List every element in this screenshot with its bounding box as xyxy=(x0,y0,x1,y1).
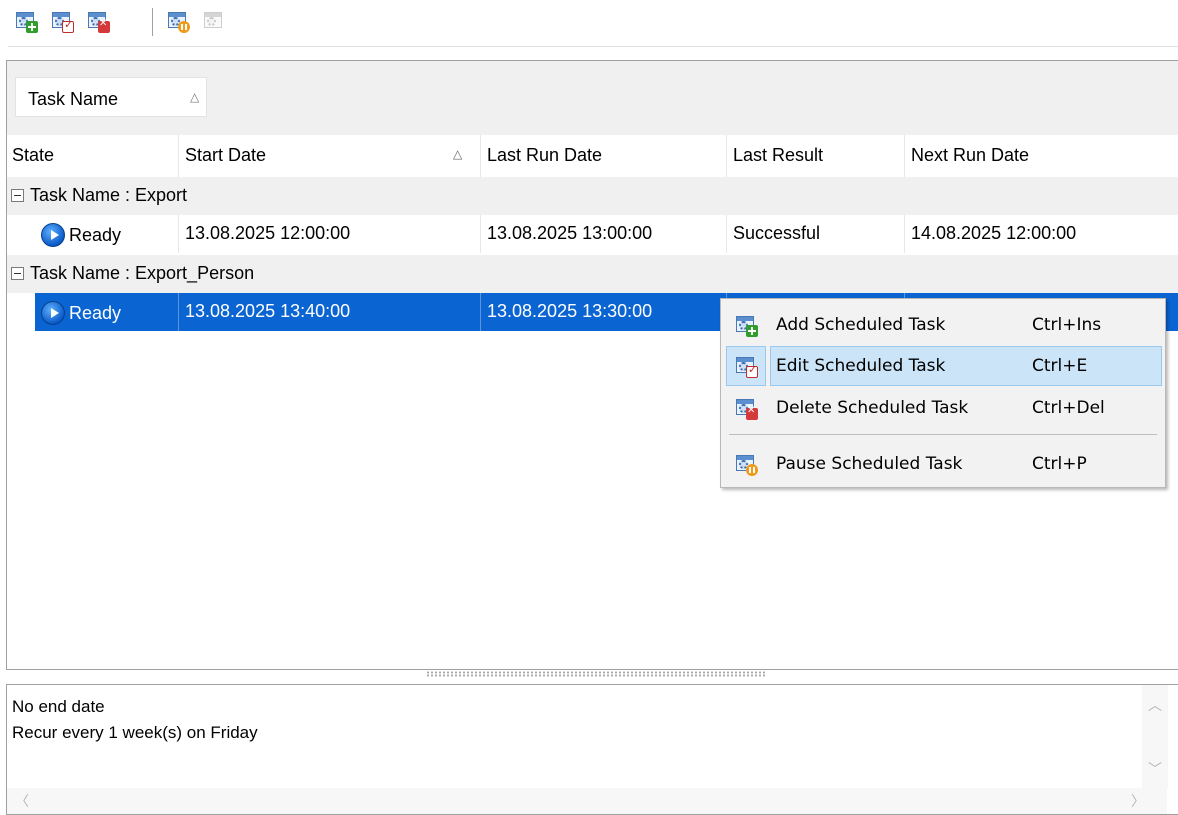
menu-item-label: Delete Scheduled Task xyxy=(776,398,969,418)
add-task-button[interactable] xyxy=(14,9,40,35)
description-line: No end date xyxy=(12,697,105,716)
state-label: Ready xyxy=(69,303,122,323)
column-label: State xyxy=(12,145,55,165)
delete-task-icon xyxy=(86,9,110,33)
panel-splitter[interactable] xyxy=(426,671,766,677)
group-by-panel: Task Name △ xyxy=(7,61,1178,135)
pause-task-icon xyxy=(734,452,758,476)
column-header-last-result[interactable]: Last Result xyxy=(727,135,905,177)
menu-item-shortcut: Ctrl+Del xyxy=(1032,398,1105,418)
sort-ascending-icon: △ xyxy=(453,147,463,161)
menu-item-shortcut: Ctrl+Ins xyxy=(1032,315,1102,335)
ready-state-icon xyxy=(41,301,65,325)
toolbar-separator xyxy=(152,8,153,36)
group-by-task-name[interactable]: Task Name △ xyxy=(15,77,207,117)
menu-item-edit-scheduled-task[interactable]: Edit Scheduled Task Ctrl+E xyxy=(724,346,1162,386)
vertical-scrollbar[interactable]: ︿ ﹀ xyxy=(1142,685,1168,789)
delete-task-button[interactable] xyxy=(86,9,112,35)
resume-task-icon xyxy=(202,9,226,33)
column-header-last-run-date[interactable]: Last Run Date xyxy=(481,135,727,177)
description-line: Recur every 1 week(s) on Friday xyxy=(12,723,258,742)
schedule-description[interactable]: No end date Recur every 1 week(s) on Fri… xyxy=(6,684,1178,815)
group-header-label: Task Name : Export_Person xyxy=(30,263,255,283)
menu-item-add-scheduled-task[interactable]: Add Scheduled Task Ctrl+Ins xyxy=(724,305,1162,345)
cell-last-run-date: 13.08.2025 13:30:00 xyxy=(481,293,727,331)
cell-start-date: 13.08.2025 13:40:00 xyxy=(179,293,481,331)
column-header-row: State Start Date △ Last Run Date Last Re… xyxy=(7,135,1178,177)
pause-task-button[interactable] xyxy=(166,9,192,35)
resume-task-button[interactable] xyxy=(202,9,228,35)
menu-item-delete-scheduled-task[interactable]: Delete Scheduled Task Ctrl+Del xyxy=(724,388,1162,428)
cell-state: Ready xyxy=(35,293,179,331)
cell-start-date: 13.08.2025 12:00:00 xyxy=(179,215,481,253)
edit-task-button[interactable] xyxy=(50,9,76,35)
table-row[interactable]: Ready 13.08.2025 12:00:00 13.08.2025 13:… xyxy=(7,215,1178,253)
group-header-label: Task Name : Export xyxy=(30,185,188,205)
column-label: Next Run Date xyxy=(911,145,1030,165)
edit-task-icon xyxy=(734,354,758,378)
cell-next-run-date: 14.08.2025 12:00:00 xyxy=(911,223,1077,243)
delete-task-icon xyxy=(734,396,758,420)
edit-task-icon xyxy=(50,9,74,33)
add-task-icon xyxy=(14,9,38,33)
column-header-start-date[interactable]: Start Date △ xyxy=(179,135,481,177)
column-label: Last Result xyxy=(733,145,824,165)
pause-task-icon xyxy=(166,9,190,33)
column-label: Last Run Date xyxy=(487,145,603,165)
group-by-label: Task Name xyxy=(28,89,119,109)
scroll-down-icon[interactable]: ﹀ xyxy=(1148,759,1162,779)
menu-separator xyxy=(729,434,1157,435)
cell-last-result: Successful xyxy=(727,215,905,253)
column-label: Start Date xyxy=(185,145,267,165)
menu-item-shortcut: Ctrl+E xyxy=(1032,356,1088,376)
group-row-export-person[interactable]: Task Name : Export_Person xyxy=(7,255,1178,293)
cell-last-run-date: 13.08.2025 13:00:00 xyxy=(481,215,727,253)
scroll-up-icon[interactable]: ︿ xyxy=(1148,695,1162,715)
toolbar-bottom-border xyxy=(8,46,1178,47)
horizontal-scrollbar[interactable]: 〈 〉 xyxy=(7,788,1167,814)
menu-item-label: Edit Scheduled Task xyxy=(776,356,946,376)
menu-item-label: Pause Scheduled Task xyxy=(776,454,963,474)
group-row-export[interactable]: Task Name : Export xyxy=(7,177,1178,215)
cell-state: Ready xyxy=(35,215,179,253)
scroll-left-icon[interactable]: 〈 xyxy=(15,791,29,811)
state-label: Ready xyxy=(69,225,122,245)
add-task-icon xyxy=(734,313,758,337)
menu-item-pause-scheduled-task[interactable]: Pause Scheduled Task Ctrl+P xyxy=(724,444,1162,484)
context-menu: Add Scheduled Task Ctrl+Ins Edit Schedul… xyxy=(720,298,1166,488)
collapse-icon[interactable] xyxy=(11,189,24,202)
menu-item-label: Add Scheduled Task xyxy=(776,315,946,335)
column-header-next-run-date[interactable]: Next Run Date xyxy=(905,135,1178,177)
sort-ascending-icon: △ xyxy=(190,90,200,104)
ready-state-icon xyxy=(41,223,65,247)
toolbar xyxy=(0,0,1178,47)
scroll-right-icon[interactable]: 〉 xyxy=(1131,791,1145,811)
collapse-icon[interactable] xyxy=(11,267,24,280)
column-header-state[interactable]: State xyxy=(7,135,179,177)
menu-item-shortcut: Ctrl+P xyxy=(1032,454,1087,474)
